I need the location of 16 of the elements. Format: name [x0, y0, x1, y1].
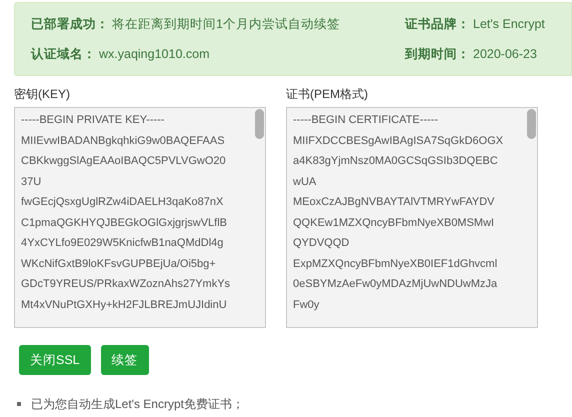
scrollbar-thumb[interactable]: [527, 109, 536, 139]
field-label: 到期时间：: [405, 46, 470, 62]
field-label: 密钥(KEY): [14, 86, 72, 102]
field-label: 证书品牌：: [405, 16, 470, 33]
text-area[interactable]: -----BEGIN CERTIFICATE----- MIIFXDCCBESgAwIBAgISA7SqGkD6OGX a4K83gYjmNsz0MA0GCSqGSIb3DQEBC wUA MEoxCzAJBgNVBAYTAlVTMRYwFAYDV QQKEw1MZXQncyBFbmNyeXB0MSMwI QYDVQQD ExpMZXQncyBFbmNyeXB0IEF1dGhvcml 0eSBYMzAeFw0yMDAzMjUwNDUwMzJa Fw0y: [286, 107, 538, 328]
note-text: 已为您自动生成Let's Encrypt免费证书；: [31, 397, 244, 411]
scrollbar-thumb[interactable]: [255, 109, 264, 139]
field-label: 认证域名：: [31, 46, 96, 62]
text-area[interactable]: -----BEGIN PRIVATE KEY----- MIIEvwIBADANBgkqhkiG9w0BAQEFAAS CBKkwggSlAgEAAoIBAQC5PVLVGwO20 37U fwGEcjQsxgUglRZw4iDAELH3qaKo87nX C1pmaQGKHYQJBEGkOGlGxjgrjswVLflB 4YxCYLfo9E029W5KnicfwB1naQMdDl4g WKcNifGxtB9loKFsvGUPBEjUa/Oi5bg+ GDcT9YREUS/PRkaxWZoznAhs27YmkYs Mt4xVNuPtGXHy+kH2FJLBREJmUJIdinU: [14, 107, 266, 328]
field-label: 证书(PEM格式): [286, 86, 369, 102]
bullet-icon: [17, 402, 21, 406]
field-label: 已部署成功：: [31, 16, 109, 33]
field-value: wx.yaqing1010.com: [99, 46, 210, 63]
field-value: Let's Encrypt: [473, 16, 545, 33]
field-value: 将在距离到期时间1个月内尝试自动续签: [112, 16, 340, 33]
field-value: 2020-06-23: [473, 46, 537, 62]
